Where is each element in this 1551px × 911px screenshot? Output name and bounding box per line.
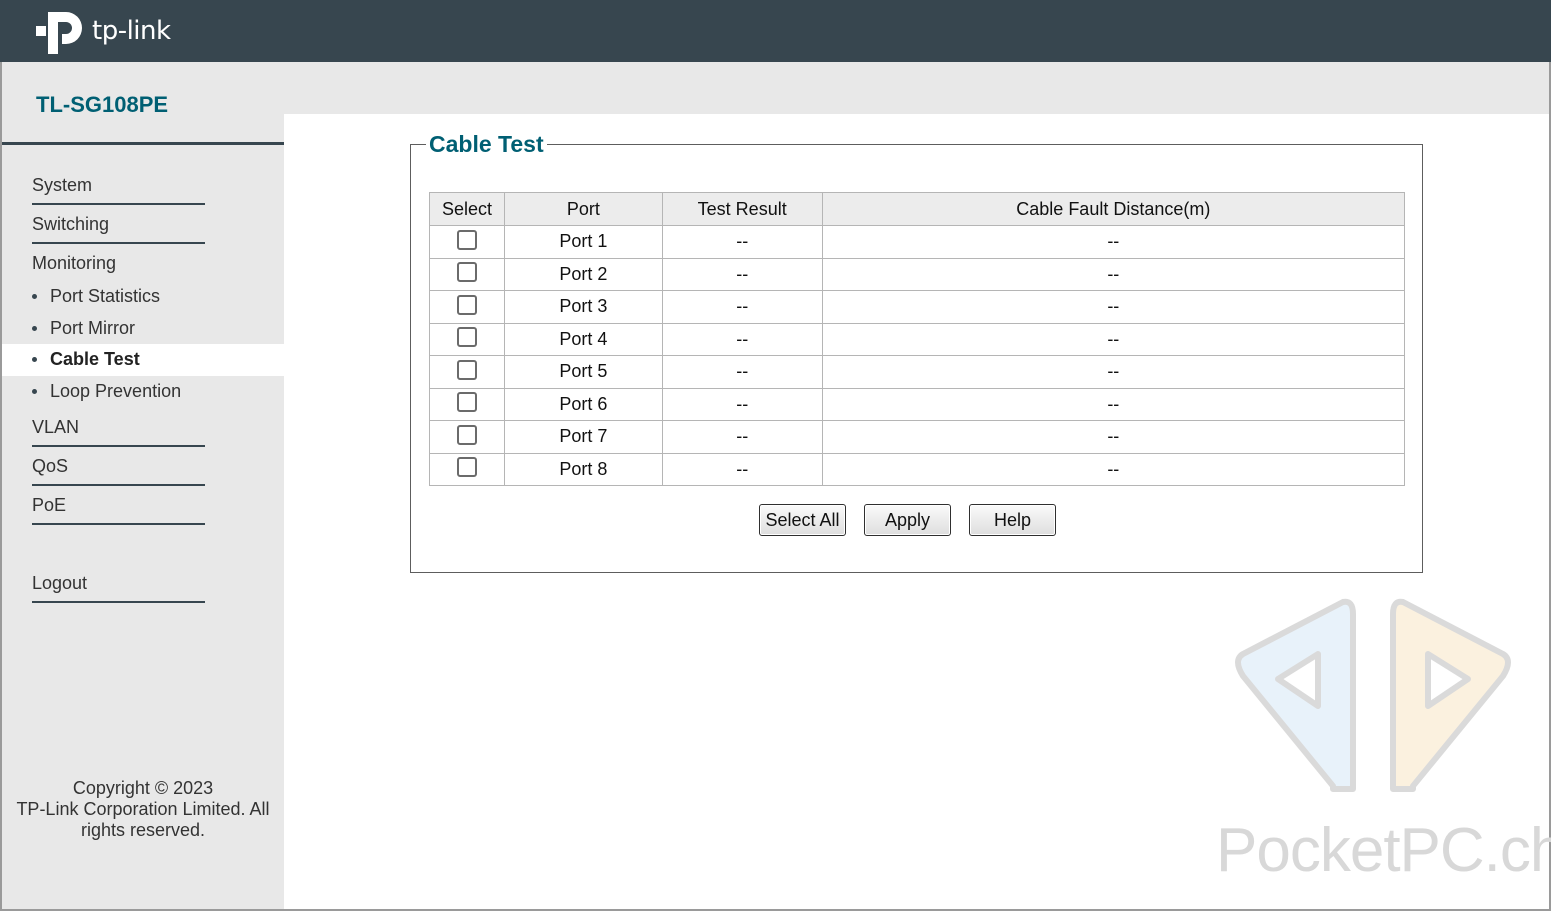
port-cell: Port 6 <box>503 387 663 421</box>
bullet-icon <box>32 357 37 362</box>
brand-name: tp-link <box>92 16 171 46</box>
port-cell: Port 5 <box>503 355 663 389</box>
fault-distance-cell: -- <box>821 225 1406 259</box>
top-bar: tp-link <box>0 0 1551 62</box>
sidebar-subitem-cable-test[interactable]: Cable Test <box>2 344 284 376</box>
column-header-fault-distance: Cable Fault Distance(m) <box>821 192 1406 226</box>
port-1-checkbox[interactable] <box>456 229 477 250</box>
port-cell: Port 7 <box>503 420 663 454</box>
model-name: TL-SG108PE <box>36 92 169 117</box>
table-row: Port 2 -- -- <box>429 257 1406 291</box>
sidebar-item-switching[interactable]: Switching <box>32 214 205 244</box>
port-2-checkbox[interactable] <box>456 262 477 282</box>
test-result-cell: -- <box>661 355 823 389</box>
bullet-icon <box>32 326 37 331</box>
table-row: Port 7 -- -- <box>429 420 1406 454</box>
tp-link-logo[interactable]: tp-link <box>34 4 171 56</box>
port-7-checkbox[interactable] <box>456 424 477 445</box>
copyright-line: Copyright © 2023 <box>72 778 214 798</box>
select-cell <box>429 290 505 324</box>
test-result-cell: -- <box>661 225 823 259</box>
column-header-select: Select <box>429 192 505 226</box>
select-cell <box>429 257 505 291</box>
select-all-button[interactable]: Select All <box>759 504 846 536</box>
fault-distance-cell: -- <box>821 452 1406 486</box>
port-cell: Port 3 <box>503 290 663 324</box>
test-result-cell: -- <box>661 257 823 291</box>
tp-link-logo-icon <box>36 12 82 54</box>
select-cell <box>429 225 505 259</box>
fault-distance-cell: -- <box>821 290 1406 324</box>
port-cell: Port 2 <box>503 257 663 291</box>
table-row: Port 4 -- -- <box>429 322 1406 356</box>
fault-distance-cell: -- <box>821 355 1406 389</box>
copyright-line: TP-Link Corporation Limited. All <box>16 799 270 819</box>
port-cell: Port 8 <box>503 452 663 486</box>
sidebar-item-monitoring[interactable]: Monitoring <box>32 253 116 274</box>
sidebar-subitem-port-mirror[interactable]: Port Mirror <box>2 313 284 345</box>
test-result-cell: -- <box>661 290 823 324</box>
fault-distance-cell: -- <box>821 420 1406 454</box>
content-top-strip <box>284 62 1549 114</box>
test-result-cell: -- <box>661 420 823 454</box>
help-button[interactable]: Help <box>969 504 1056 536</box>
cable-test-panel: Cable Test Select Port Test Result Cable… <box>410 131 1423 573</box>
test-result-cell: -- <box>661 322 823 356</box>
port-6-checkbox[interactable] <box>456 392 477 412</box>
sidebar-item-logout[interactable]: Logout <box>32 573 205 603</box>
sidebar-subitem-label: Cable Test <box>50 349 140 369</box>
test-result-cell: -- <box>661 387 823 421</box>
sidebar-item-qos[interactable]: QoS <box>32 456 205 486</box>
watermark-text: PocketPC.ch <box>1216 816 1551 885</box>
port-8-checkbox[interactable] <box>456 457 477 477</box>
select-cell <box>429 322 505 356</box>
table-row: Port 5 -- -- <box>429 355 1406 389</box>
test-result-cell: -- <box>661 452 823 486</box>
port-cell: Port 4 <box>503 322 663 356</box>
sidebar-item-system[interactable]: System <box>32 175 205 205</box>
sidebar-subitem-label: Port Statistics <box>50 286 161 306</box>
port-3-checkbox[interactable] <box>456 294 477 315</box>
column-header-test-result: Test Result <box>661 192 823 226</box>
sidebar-subitem-port-statistics[interactable]: Port Statistics <box>2 281 284 313</box>
bullet-icon <box>32 389 37 394</box>
sidebar-item-poe[interactable]: PoE <box>32 495 205 525</box>
sidebar-subitem-label: Port Mirror <box>50 318 135 338</box>
table-row: Port 6 -- -- <box>429 387 1406 421</box>
apply-button[interactable]: Apply <box>864 504 951 536</box>
cable-test-table: Select Port Test Result Cable Fault Dist… <box>429 192 1406 486</box>
fault-distance-cell: -- <box>821 387 1406 421</box>
table-row: Port 1 -- -- <box>429 225 1406 259</box>
copyright: Copyright © 2023 TP-Link Corporation Lim… <box>2 778 284 841</box>
port-cell: Port 1 <box>503 225 663 259</box>
copyright-line: rights reserved. <box>80 820 206 840</box>
panel-title: Cable Test <box>426 131 547 158</box>
select-cell <box>429 452 505 486</box>
table-header-row: Select Port Test Result Cable Fault Dist… <box>429 192 1406 226</box>
select-cell <box>429 355 505 389</box>
sidebar-subitem-loop-prevention[interactable]: Loop Prevention <box>2 376 284 408</box>
select-cell <box>429 420 505 454</box>
table-row: Port 8 -- -- <box>429 452 1406 486</box>
sidebar-subitem-label: Loop Prevention <box>50 381 182 401</box>
model-divider <box>2 142 284 145</box>
table-row: Port 3 -- -- <box>429 290 1406 324</box>
select-cell <box>429 387 505 421</box>
fault-distance-cell: -- <box>821 257 1406 291</box>
fault-distance-cell: -- <box>821 322 1406 356</box>
port-5-checkbox[interactable] <box>456 359 477 380</box>
port-4-checkbox[interactable] <box>456 327 477 347</box>
sidebar: TL-SG108PE System Switching Monitoring P… <box>2 62 284 909</box>
sidebar-item-vlan[interactable]: VLAN <box>32 417 205 447</box>
bullet-icon <box>32 294 37 299</box>
column-header-port: Port <box>503 192 663 226</box>
